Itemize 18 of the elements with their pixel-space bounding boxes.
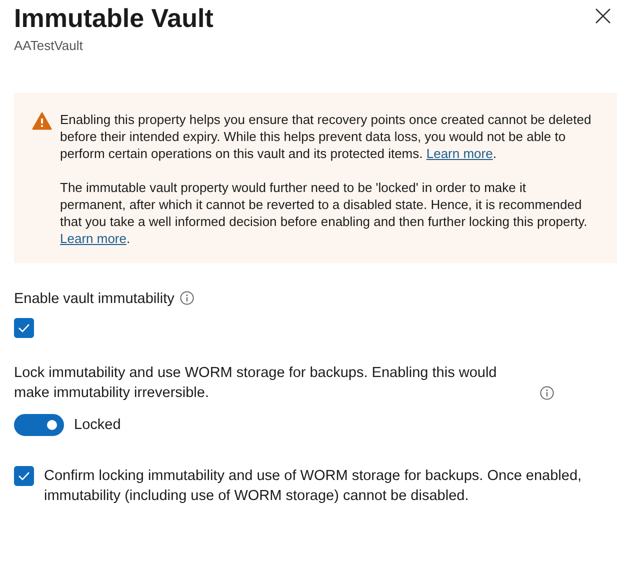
info-icon[interactable]	[540, 386, 554, 400]
vault-name: AATestVault	[14, 38, 83, 53]
warning-text: The immutable vault property would further need to be 'locked' in order to make it permanent, after which it cannot be reverted to a disabled state. Hence, it is recommended that you take a well informed decision before enabling and then further locking this property. Learn more.	[60, 179, 588, 247]
checkbox[interactable]	[14, 466, 34, 486]
check-icon	[18, 323, 30, 333]
toggle-label: Locked	[74, 416, 121, 435]
checkbox-label: Confirm locking immutability and use of WORM storage for backups. Once enabled, immutability (including use of WORM storage) cannot be disabled.	[44, 467, 583, 506]
panel-title: Immutable Vault	[14, 2, 214, 34]
field-label: Enable vault immutability	[14, 291, 174, 307]
checkbox[interactable]	[14, 318, 34, 338]
check-icon	[18, 471, 30, 481]
warning-icon	[32, 112, 52, 130]
info-icon[interactable]	[180, 291, 194, 305]
warning-text: Enabling this property helps you ensure that recovery points once created cannot be deleted before their intended expiry. While this helps prevent data loss, you would not be able to perform certain operations on this vault and its protected items. Learn more.	[60, 111, 592, 162]
toggle-switch[interactable]	[14, 414, 64, 436]
learn-more-link[interactable]: Learn more	[426, 146, 493, 161]
field-label: Lock immutability and use WORM storage for backups. Enabling this would make immutability irreversible.	[14, 364, 498, 403]
learn-more-link[interactable]: Learn more	[60, 231, 126, 246]
